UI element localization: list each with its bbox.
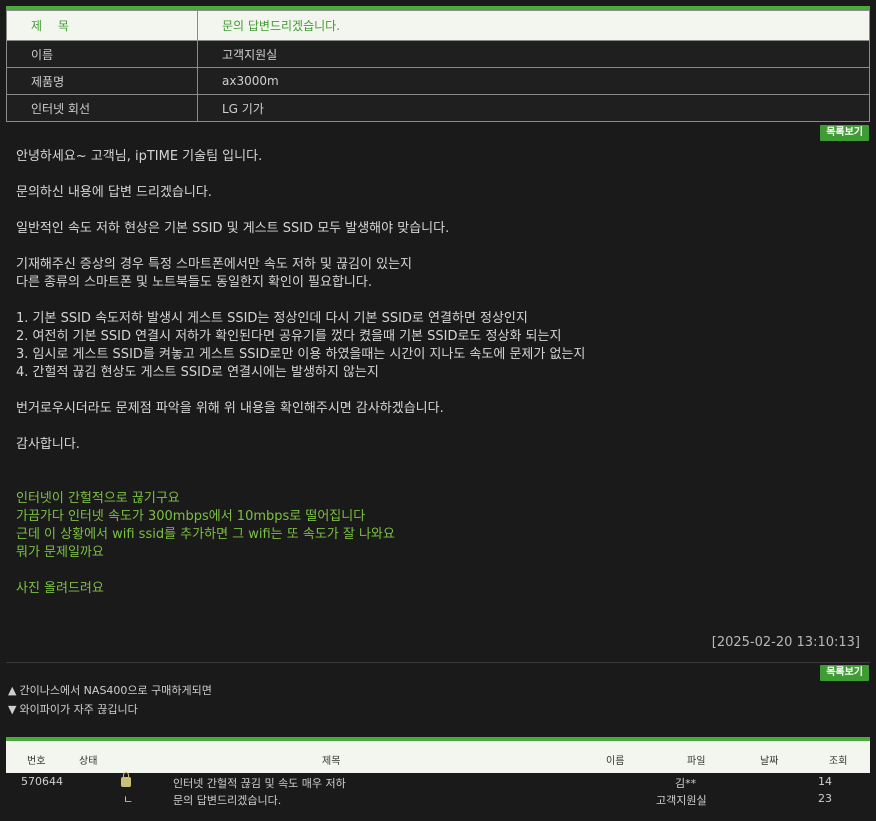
up-arrow-icon: ▲ <box>8 684 17 697</box>
line-label: 인터넷 회선 <box>6 94 198 122</box>
post-list-table: 번호 상태 제목 이름 파일 날짜 조회 570644 인터넷 간헐적 끊김 및… <box>6 737 870 807</box>
table-header: 번호 상태 제목 이름 파일 날짜 조회 <box>6 741 870 773</box>
post-timestamp: [2025-02-20 13:10:13] <box>711 635 860 650</box>
col-date: 날짜 <box>760 756 779 767</box>
col-title: 제목 <box>322 756 341 767</box>
product-row: 제품명 ax3000m <box>6 67 870 95</box>
col-no: 번호 <box>27 756 46 767</box>
text-line: 근데 이 상황에서 wifi ssid를 추가하면 그 wifi는 또 속도가 … <box>16 527 395 542</box>
col-file: 파일 <box>687 756 706 767</box>
original-question-text: 인터넷이 간헐적으로 끊기구요가끔가다 인터넷 속도가 300mbps에서 10… <box>16 490 856 598</box>
text-line: 가끔가다 인터넷 속도가 300mbps에서 10mbps로 떨어집니다 <box>16 509 366 524</box>
lock-icon <box>121 772 131 790</box>
list-button-bottom[interactable]: 목록보기 <box>820 665 869 681</box>
post-body: 안녕하세요~ 고객님, ipTIME 기술팀 입니다. 문의하신 내용에 답변 드… <box>16 148 856 598</box>
text-line: 인터넷이 간헐적으로 끊기구요 <box>16 491 180 506</box>
reply-icon: ㄴ <box>123 793 134 806</box>
product-value: ax3000m <box>197 67 870 95</box>
text-line: 2. 여전히 기본 SSID 연결시 저하가 확인된다면 공유기를 껐다 켰을때… <box>16 329 562 344</box>
text-line: 문의하신 내용에 답변 드리겠습니다. <box>16 185 212 200</box>
line-row: 인터넷 회선 LG 기가 <box>6 94 870 122</box>
text-line: 다른 종류의 스마트폰 및 노트북들도 동일한지 확인이 필요합니다. <box>16 275 372 290</box>
text-line: 뭐가 문제일까요 <box>16 545 104 560</box>
table-row[interactable]: 570644 인터넷 간헐적 끊김 및 속도 매우 저하 김** 14 <box>6 772 870 791</box>
text-line: 1. 기본 SSID 속도저하 발생시 게스트 SSID는 정상인데 다시 기본… <box>16 311 528 326</box>
text-line: 안녕하세요~ 고객님, ipTIME 기술팀 입니다. <box>16 149 263 164</box>
row-views: 14 <box>818 775 832 788</box>
row-title[interactable]: 문의 답변드리겠습니다. <box>173 792 281 808</box>
answer-text: 안녕하세요~ 고객님, ipTIME 기술팀 입니다. 문의하신 내용에 답변 드… <box>16 148 856 454</box>
next-post-title: 와이파이가 자주 끊깁니다 <box>19 703 138 716</box>
next-post-link[interactable]: ▼ 와이파이가 자주 끊깁니다 <box>8 701 138 717</box>
text-line: 사진 올려드려요 <box>16 581 104 596</box>
prev-post-title: 간이나스에서 NAS400으로 구매하게되면 <box>19 684 212 697</box>
name-row: 이름 고객지원실 <box>6 40 870 68</box>
name-label: 이름 <box>6 40 198 68</box>
row-views: 23 <box>818 792 832 805</box>
row-title[interactable]: 인터넷 간헐적 끊김 및 속도 매우 저하 <box>173 775 346 791</box>
down-arrow-icon: ▼ <box>8 703 17 716</box>
row-name: 고객지원실 <box>656 794 707 807</box>
post-info-panel: 제 목 문의 답변드리겠습니다. 이름 고객지원실 제품명 ax3000m 인터… <box>6 6 870 122</box>
table-row[interactable]: ㄴ 문의 답변드리겠습니다. 고객지원실 23 <box>6 790 870 807</box>
col-name: 이름 <box>606 756 625 767</box>
text-line: 번거로우시더라도 문제점 파악을 위해 위 내용을 확인해주시면 감사하겠습니다… <box>16 401 444 416</box>
col-status: 상태 <box>79 756 98 767</box>
product-label: 제품명 <box>6 67 198 95</box>
list-button-top[interactable]: 목록보기 <box>820 125 869 141</box>
title-value: 문의 답변드리겠습니다. <box>197 10 870 41</box>
row-no: 570644 <box>21 775 63 788</box>
text-line: 3. 임시로 게스트 SSID를 켜놓고 게스트 SSID로만 이용 하였을때는… <box>16 347 586 362</box>
text-line: 기재해주신 증상의 경우 특정 스마트폰에서만 속도 저하 및 끊김이 있는지 <box>16 257 412 272</box>
name-value: 고객지원실 <box>197 40 870 68</box>
text-line: 일반적인 속도 저하 현상은 기본 SSID 및 게스트 SSID 모두 발생해… <box>16 221 450 236</box>
text-line: 4. 간헐적 끊김 현상도 게스트 SSID로 연결시에는 발생하지 않는지 <box>16 365 379 380</box>
col-views: 조회 <box>829 756 848 767</box>
row-name: 김** <box>675 777 697 790</box>
title-row: 제 목 문의 답변드리겠습니다. <box>6 10 870 41</box>
divider <box>6 662 870 663</box>
post-info-table: 제 목 문의 답변드리겠습니다. 이름 고객지원실 제품명 ax3000m 인터… <box>6 10 870 122</box>
text-line: 감사합니다. <box>16 437 80 452</box>
title-label: 제 목 <box>6 10 198 41</box>
prev-post-link[interactable]: ▲ 간이나스에서 NAS400으로 구매하게되면 <box>8 682 212 698</box>
line-value: LG 기가 <box>197 94 870 122</box>
